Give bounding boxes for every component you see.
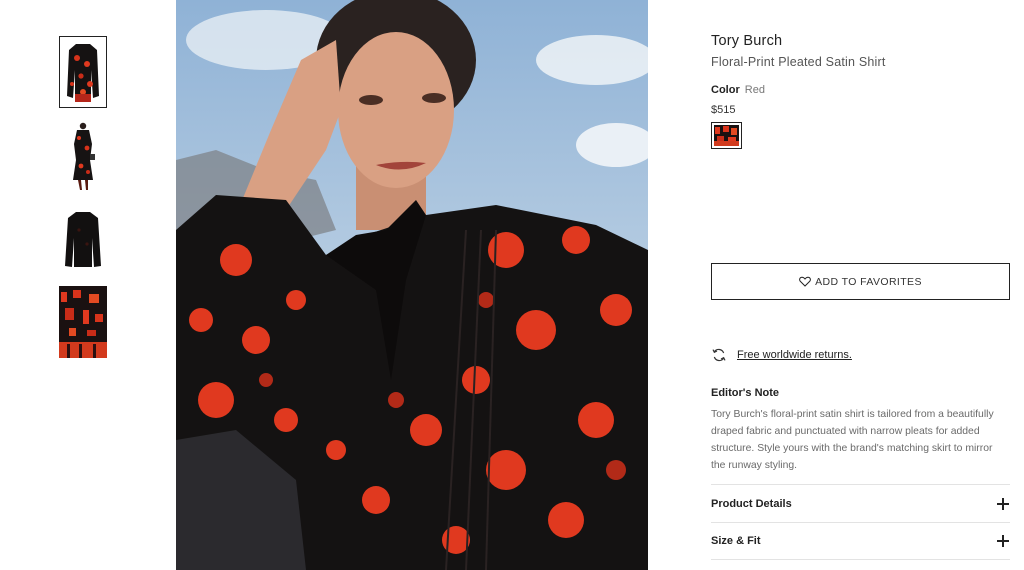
brand-name[interactable]: Tory Burch <box>711 33 782 49</box>
runway-look-image <box>59 120 107 192</box>
swatch-image <box>714 125 739 146</box>
add-to-favorites-button[interactable]: ADD TO FAVORITES <box>711 263 1010 300</box>
shirt-back-image <box>59 204 107 276</box>
accordion-product-details[interactable]: Product Details <box>711 484 1010 522</box>
model-photo <box>176 0 648 570</box>
color-row: Color Red <box>711 84 765 96</box>
color-label: Color <box>711 84 740 96</box>
accordion-label: Size & Fit <box>711 535 761 547</box>
shirt-front-image <box>63 40 103 104</box>
thumbnail-runway[interactable] <box>59 120 107 192</box>
returns-sync-icon <box>712 348 726 362</box>
accordion-label: Product Details <box>711 497 792 510</box>
thumbnail-back[interactable] <box>59 204 107 276</box>
plus-icon <box>997 497 1009 510</box>
editors-note-title: Editor's Note <box>711 387 780 399</box>
thumbnail-front[interactable] <box>59 36 107 108</box>
editors-note-text: Tory Burch's floral-print satin shirt is… <box>711 409 994 471</box>
returns-info: Free worldwide returns. <box>711 347 852 363</box>
accordion-size-fit[interactable]: Size & Fit <box>711 522 1010 560</box>
fabric-detail-image <box>59 286 107 358</box>
color-value: Red <box>744 84 765 96</box>
color-swatch-red[interactable] <box>711 122 742 149</box>
thumbnail-detail[interactable] <box>59 286 107 358</box>
heart-icon <box>799 276 811 287</box>
plus-icon <box>997 535 1009 547</box>
main-product-image[interactable] <box>176 0 648 570</box>
free-returns-link[interactable]: Free worldwide returns. <box>737 349 852 361</box>
product-title: Floral-Print Pleated Satin Shirt <box>711 55 886 69</box>
add-to-favorites-label: ADD TO FAVORITES <box>815 275 922 288</box>
product-price: $515 <box>711 104 736 116</box>
